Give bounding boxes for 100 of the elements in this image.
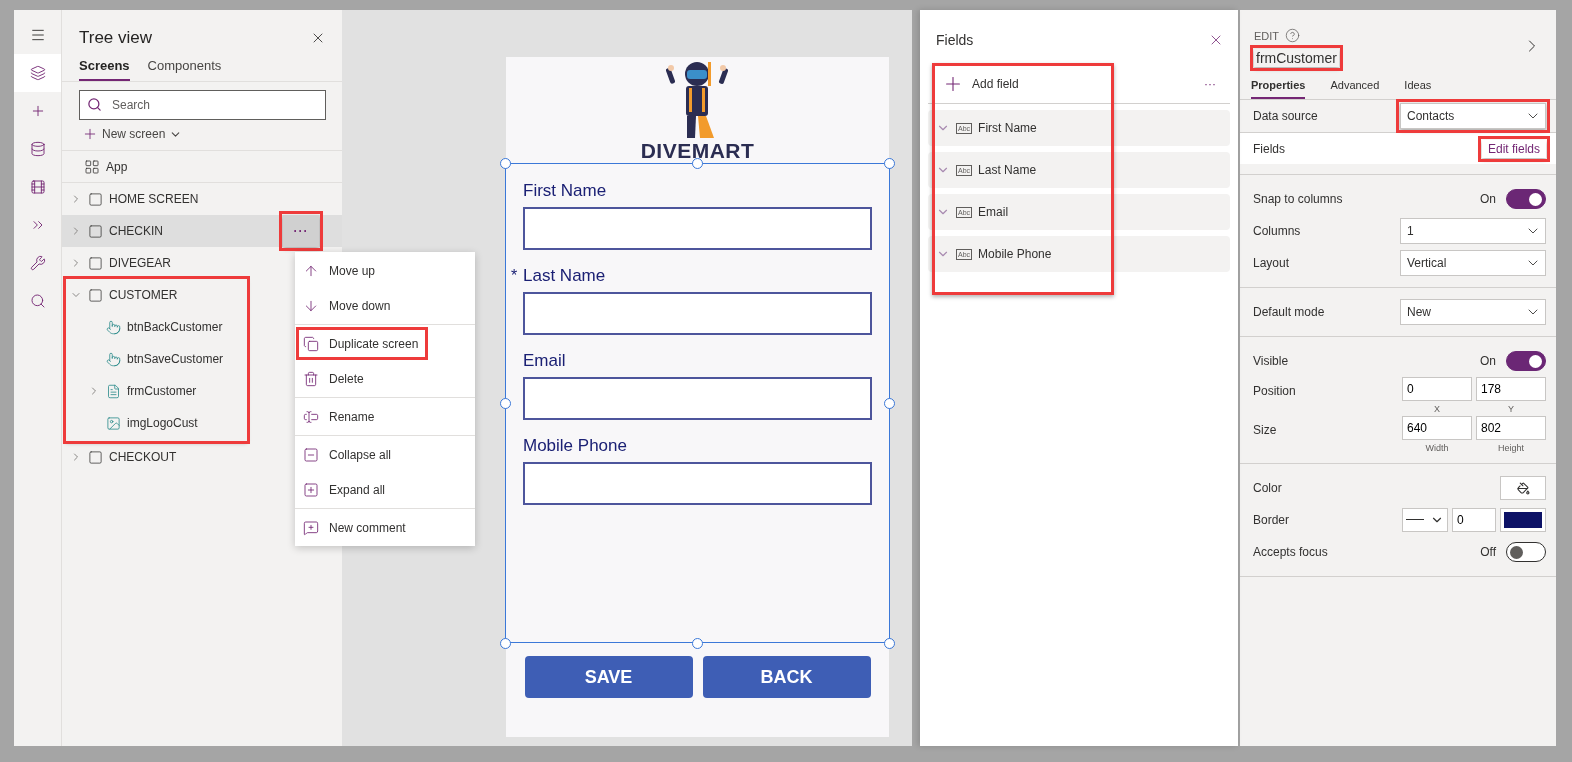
property-label: Accepts focus (1253, 545, 1328, 559)
search-field[interactable]: Search (79, 90, 326, 120)
tree-item[interactable]: DIVEGEAR (109, 256, 171, 270)
field-caption: X (1434, 404, 1440, 414)
tab[interactable]: Advanced (1330, 79, 1380, 99)
collapse-icon (303, 446, 319, 463)
copy-icon (303, 335, 319, 352)
menu-item[interactable]: Collapse all (295, 437, 475, 472)
tab[interactable]: Ideas (1404, 79, 1432, 99)
tree-item[interactable]: CHECKIN (109, 224, 163, 238)
panel-title: Tree view (79, 28, 153, 48)
app-button[interactable]: SAVE (524, 656, 693, 698)
toggle-state: Off (1480, 545, 1496, 559)
tree-item[interactable]: App (106, 159, 128, 174)
toggle-switch[interactable] (1506, 351, 1546, 371)
tree-item[interactable]: btnBackCustomer (127, 320, 223, 334)
database-icon[interactable] (29, 141, 46, 157)
field-name: Last Name (978, 163, 1037, 177)
add-field-button[interactable]: Add field (942, 72, 1019, 95)
property-label: Columns (1253, 224, 1301, 238)
text-input[interactable] (523, 377, 872, 420)
color-picker[interactable] (1500, 476, 1546, 500)
screen-icon (88, 287, 103, 303)
expand-icon (303, 481, 319, 498)
pointer-icon (106, 319, 121, 335)
tree-item[interactable]: btnSaveCustomer (127, 352, 224, 366)
more-button[interactable]: ··· (1204, 76, 1216, 91)
image-icon (106, 415, 121, 431)
wrench-icon[interactable] (29, 255, 46, 271)
number-field[interactable]: 178 (1476, 377, 1546, 401)
panel-title: Fields (936, 32, 974, 48)
resize-handle[interactable] (692, 158, 703, 169)
menu-item[interactable]: New comment (295, 510, 475, 545)
number-field[interactable]: 0 (1402, 377, 1472, 401)
menu-item[interactable]: Expand all (295, 472, 475, 507)
toggle-switch[interactable] (1506, 542, 1546, 562)
resize-handle[interactable] (500, 638, 511, 649)
app-button[interactable]: BACK (702, 656, 871, 698)
field-name: First Name (978, 121, 1037, 135)
border-style-dropdown[interactable] (1402, 508, 1448, 532)
help-icon[interactable] (1285, 28, 1301, 43)
tab[interactable]: Screens (79, 54, 130, 81)
dropdown[interactable]: New (1400, 299, 1546, 325)
menu-item[interactable]: Rename (295, 399, 475, 434)
tree-item[interactable]: HOME SCREEN (109, 192, 199, 206)
resize-handle[interactable] (692, 638, 703, 649)
tree-item[interactable]: frmCustomer (127, 384, 197, 398)
trash-icon (303, 370, 319, 387)
rename-icon (303, 408, 319, 425)
logo-text: DIVEMART (640, 140, 755, 162)
resize-handle[interactable] (500, 398, 511, 409)
pointer-icon (106, 351, 121, 367)
number-field[interactable]: 640 (1402, 416, 1472, 440)
property-label: Data source (1253, 109, 1318, 123)
new-screen-button[interactable]: New screen (82, 126, 183, 142)
menu-icon[interactable] (29, 27, 46, 43)
property-label: Size (1253, 422, 1277, 437)
property-label: Default mode (1253, 305, 1325, 319)
field-name: Email (978, 205, 1009, 219)
tree-item[interactable]: CUSTOMER (109, 288, 178, 302)
property-label: Position (1253, 383, 1296, 398)
resize-handle[interactable] (884, 398, 895, 409)
tree-item[interactable]: CHECKOUT (109, 450, 177, 464)
search-icon (87, 97, 102, 112)
number-field[interactable]: 802 (1476, 416, 1546, 440)
field-caption: Width (1425, 443, 1449, 453)
tab[interactable]: Properties (1251, 79, 1306, 99)
form-control[interactable]: First Name * Last Name Email Mobile Phone (505, 163, 890, 643)
screen-icon (88, 255, 103, 271)
paint-bucket-icon (1516, 481, 1530, 495)
media-icon[interactable] (29, 179, 46, 195)
screen-icon (88, 223, 103, 239)
toggle-switch[interactable] (1506, 189, 1546, 209)
text-input[interactable] (523, 207, 872, 250)
resize-handle[interactable] (884, 638, 895, 649)
property-label: Snap to columns (1253, 192, 1343, 206)
resize-handle[interactable] (500, 158, 511, 169)
menu-item[interactable]: Duplicate screen (295, 326, 429, 361)
layers-icon[interactable] (29, 65, 46, 81)
text-input[interactable] (523, 462, 872, 505)
property-label: Layout (1253, 256, 1290, 270)
required-mark: * (511, 266, 518, 285)
menu-item[interactable]: Delete (295, 361, 475, 396)
text-input[interactable] (523, 292, 872, 335)
field-label: Email (523, 350, 566, 371)
toggle-state: On (1480, 354, 1496, 368)
search-icon[interactable] (29, 293, 46, 309)
field-label: Last Name (523, 265, 606, 286)
property-label: Color (1253, 481, 1282, 495)
menu-item[interactable]: Move down (295, 288, 475, 323)
app-icon (84, 158, 100, 175)
number-field[interactable]: 0 (1452, 508, 1496, 532)
dropdown[interactable]: 1 (1400, 218, 1546, 244)
dropdown[interactable]: Vertical (1400, 250, 1546, 276)
resize-handle[interactable] (884, 158, 895, 169)
field-caption: Height (1498, 443, 1524, 453)
tree-item[interactable]: imgLogoCust (127, 416, 198, 430)
menu-item[interactable]: Move up (295, 253, 475, 288)
screen-icon (88, 449, 103, 465)
tab[interactable]: Components (147, 54, 222, 81)
